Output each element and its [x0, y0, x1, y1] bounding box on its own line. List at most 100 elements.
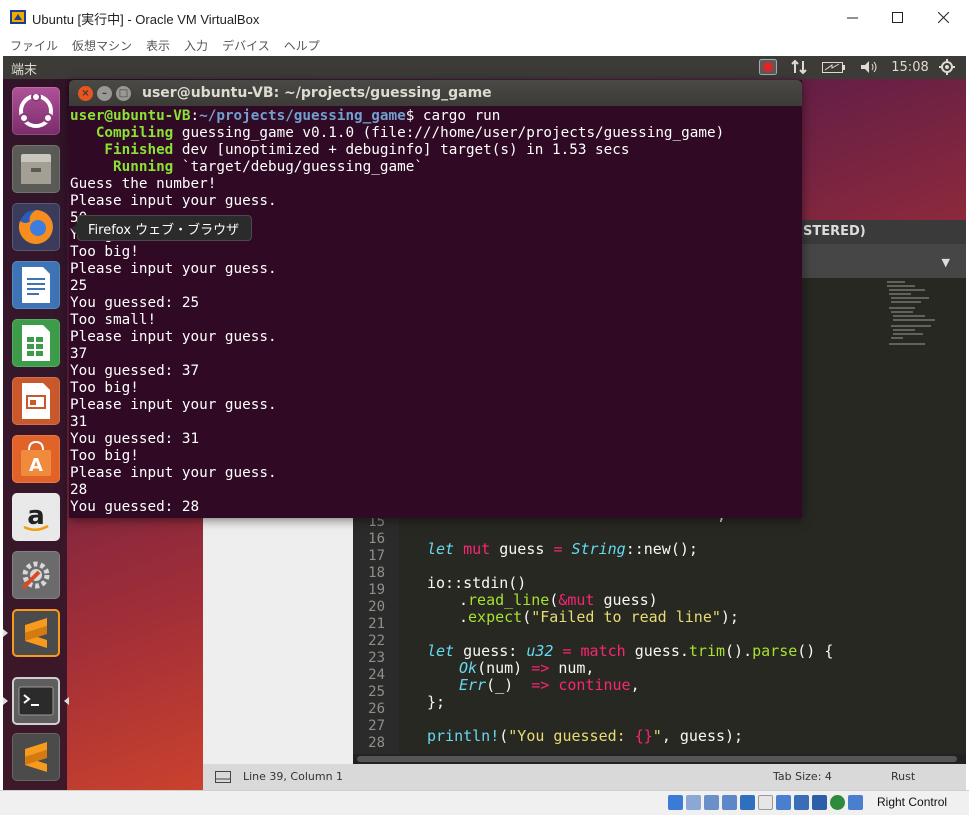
unity-launcher: A a: [3, 79, 69, 790]
launcher-writer[interactable]: [10, 259, 62, 311]
record-indicator[interactable]: [757, 58, 779, 76]
minimize-icon: [846, 17, 858, 18]
minimap[interactable]: [885, 278, 947, 368]
launcher-sublime-text-2[interactable]: [10, 731, 62, 783]
calc-tile: [12, 319, 60, 367]
focused-indicator: [64, 697, 69, 705]
terminal-output[interactable]: user@ubuntu-VB:~/projects/guessing_game$…: [70, 108, 801, 516]
cpu-icon[interactable]: [812, 795, 827, 810]
scroll-thumb[interactable]: [357, 756, 957, 762]
menu-help[interactable]: ヘルプ: [284, 37, 320, 54]
hard-disk-icon[interactable]: [668, 795, 683, 810]
terminal-window[interactable]: × – □ user@ubuntu-VB: ~/projects/guessin…: [69, 80, 802, 518]
sublime-status-bar: Line 39, Column 1 Tab Size: 4 Rust: [203, 764, 966, 790]
launcher-calc[interactable]: [10, 317, 62, 369]
code-line-20: .expect("Failed to read line");: [459, 608, 739, 626]
session-menu[interactable]: [937, 58, 957, 76]
line-number: 23: [368, 650, 385, 666]
launcher-impress[interactable]: [10, 375, 62, 427]
presentation-icon: [22, 383, 50, 419]
gear-icon: [939, 59, 955, 75]
battery-indicator[interactable]: [821, 58, 847, 76]
output-line: 31: [70, 414, 88, 430]
close-icon: [937, 11, 949, 23]
terminal-title-bar[interactable]: × – □ user@ubuntu-VB: ~/projects/guessin…: [69, 80, 802, 106]
network-indicator[interactable]: [789, 58, 809, 76]
volume-indicator[interactable]: [857, 58, 881, 76]
clock[interactable]: 15:08: [889, 58, 931, 76]
host-title-bar: Ubuntu [実行中] - Oracle VM VirtualBox: [0, 0, 969, 34]
shared-folders-icon[interactable]: [758, 795, 773, 810]
host-menu-bar: ファイル 仮想マシン 表示 入力 デバイス ヘルプ: [0, 34, 969, 56]
terminal-close-button[interactable]: ×: [78, 86, 93, 101]
line-number: 26: [368, 701, 385, 717]
code-line-25: };: [427, 693, 446, 711]
settings-tile: [12, 551, 60, 599]
launcher-software-center[interactable]: A: [10, 433, 62, 485]
output-line: Please input your guess.: [70, 193, 277, 209]
optical-drive-icon[interactable]: [686, 795, 701, 810]
line-number: 22: [368, 633, 385, 649]
keyboard-icon[interactable]: [848, 795, 863, 810]
sublime-tile: [12, 609, 60, 657]
output-line: You guessed: 25: [70, 295, 200, 311]
audio-icon[interactable]: [704, 795, 719, 810]
launcher-terminal[interactable]: [3, 675, 69, 727]
tab-size[interactable]: Tab Size: 4: [773, 770, 832, 783]
network-icon[interactable]: [722, 795, 737, 810]
terminal-title: user@ubuntu-VB: ~/projects/guessing_game: [142, 85, 492, 101]
volume-icon: [861, 61, 877, 73]
tab-dropdown-button[interactable]: ▼: [942, 256, 950, 269]
terminal-icon: [18, 686, 54, 716]
menu-file[interactable]: ファイル: [10, 37, 58, 54]
display-icon[interactable]: [776, 795, 791, 810]
terminal-maximize-button[interactable]: □: [116, 86, 131, 101]
prompt-line: user@ubuntu-VB:~/projects/guessing_game$…: [70, 108, 501, 124]
code-line-24: Err(_) => continue,: [459, 676, 640, 694]
line-number: 25: [368, 684, 385, 700]
launcher-system-settings[interactable]: [10, 549, 62, 601]
menu-view[interactable]: 表示: [146, 37, 170, 54]
ubuntu-top-panel: 端末 15:08: [3, 56, 966, 79]
record-icon: [759, 59, 777, 75]
maximize-icon: □: [118, 88, 129, 99]
video-capture-icon[interactable]: [794, 795, 809, 810]
menu-input[interactable]: 入力: [184, 37, 208, 54]
line-number: 27: [368, 718, 385, 734]
code-line-16: let mut guess = String::new();: [427, 540, 698, 558]
line-number: 17: [368, 548, 385, 564]
ubuntu-logo-icon: [19, 94, 53, 128]
syntax-mode[interactable]: Rust: [891, 770, 915, 783]
terminal-minimize-button[interactable]: –: [97, 86, 112, 101]
mouse-integration-icon[interactable]: [830, 795, 845, 810]
output-line: Finished dev [unoptimized + debuginfo] t…: [70, 142, 630, 158]
line-number: 28: [368, 735, 385, 751]
battery-icon: [822, 62, 845, 73]
writer-tile: [12, 261, 60, 309]
launcher-ubuntu-dash[interactable]: [10, 85, 62, 137]
launcher-files[interactable]: [10, 143, 62, 195]
output-line: Compiling guessing_game v0.1.0 (file:///…: [70, 125, 725, 141]
impress-tile: [12, 377, 60, 425]
minimize-button[interactable]: [829, 0, 875, 34]
menu-machine[interactable]: 仮想マシン: [72, 37, 132, 54]
cursor-position: Line 39, Column 1: [243, 770, 344, 783]
horizontal-scrollbar[interactable]: [353, 754, 966, 764]
output-line: Running `target/debug/guessing_game`: [70, 159, 423, 175]
launcher-sublime-text[interactable]: [3, 607, 62, 659]
code-line-18: io::stdin(): [427, 574, 527, 592]
maximize-button[interactable]: [874, 0, 920, 34]
launcher-amazon[interactable]: a: [10, 491, 62, 543]
sublime-tile-2: [12, 733, 60, 781]
output-line: 28: [70, 482, 88, 498]
output-line: Please input your guess.: [70, 397, 277, 413]
usb-icon[interactable]: [740, 795, 755, 810]
host-key-label: Right Control: [877, 795, 948, 809]
sublime-text-icon: [25, 618, 47, 648]
launcher-firefox[interactable]: [10, 201, 62, 253]
panel-toggle-icon[interactable]: [215, 771, 231, 783]
output-line: Guess the number!: [70, 176, 217, 192]
menu-devices[interactable]: デバイス: [222, 37, 270, 54]
virtualbox-icon: [10, 10, 26, 24]
close-button[interactable]: [920, 0, 966, 34]
